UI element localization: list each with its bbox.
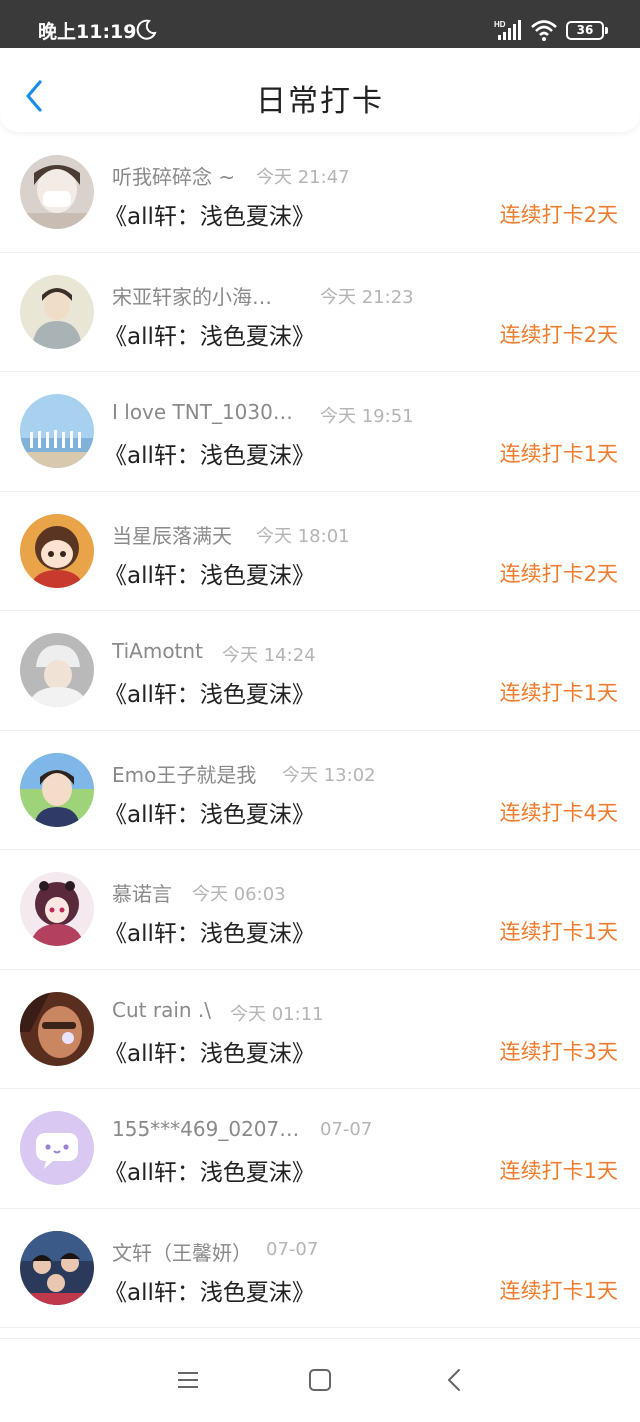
- list-item[interactable]: 慕诺言 今天 06:03 《all轩：浅色夏沫》 连续打卡1天: [0, 850, 640, 970]
- list-item[interactable]: Emo王子就是我 今天 13:02 《all轩：浅色夏沫》 连续打卡4天: [0, 731, 640, 850]
- avatar[interactable]: [20, 752, 94, 827]
- checkin-list: 听我碎碎念 ~ 今天 21:47 《all轩：浅色夏沫》 连续打卡2天 宋亚轩家…: [0, 133, 640, 1328]
- moon-icon: [136, 19, 157, 40]
- header: 日常打卡: [0, 48, 640, 132]
- book-title[interactable]: 《all轩：浅色夏沫》: [104, 317, 315, 351]
- book-title[interactable]: 《all轩：浅色夏沫》: [104, 795, 315, 829]
- page-title: 日常打卡: [256, 84, 384, 119]
- username[interactable]: 当星辰落满天: [112, 520, 232, 549]
- streak-label: 连续打卡1天: [499, 442, 618, 466]
- checkin-time: 今天 01:11: [230, 1003, 324, 1025]
- checkin-time: 今天 19:51: [320, 406, 414, 427]
- checkin-time: 今天 13:02: [282, 764, 376, 786]
- status-bar: 晚上11:19 HD 36: [0, 0, 640, 48]
- streak-label: 连续打卡1天: [499, 920, 618, 944]
- streak-label: 连续打卡4天: [499, 800, 618, 825]
- list-item[interactable]: I love TNT_1030… 今天 19:51 《all轩：浅色夏沫》 连续…: [0, 372, 640, 492]
- streak-label: 连续打卡3天: [499, 1039, 618, 1064]
- home-square-icon[interactable]: [309, 1369, 331, 1391]
- checkin-time: 今天 14:24: [222, 645, 316, 666]
- checkin-time: 今天 21:47: [256, 167, 350, 188]
- battery-icon: 36: [566, 21, 608, 40]
- book-title[interactable]: 《all轩：浅色夏沫》: [104, 914, 315, 948]
- username[interactable]: TiAmotnt: [112, 639, 203, 663]
- avatar[interactable]: [20, 991, 94, 1066]
- avatar[interactable]: [20, 394, 94, 468]
- menu-icon[interactable]: [176, 1369, 200, 1391]
- checkin-time: 07-07: [320, 1119, 373, 1140]
- back-triangle-icon[interactable]: [446, 1367, 462, 1393]
- book-title[interactable]: 《all轩：浅色夏沫》: [104, 1273, 315, 1307]
- svg-text:HD: HD: [494, 20, 506, 29]
- list-item[interactable]: 宋亚轩家的小海… 今天 21:23 《all轩：浅色夏沫》 连续打卡2天: [0, 253, 640, 372]
- username[interactable]: Emo王子就是我: [112, 759, 256, 788]
- username[interactable]: I love TNT_1030…: [112, 400, 293, 424]
- streak-label: 连续打卡2天: [499, 561, 618, 586]
- list-item[interactable]: 文轩（王馨妍） 07-07 《all轩：浅色夏沫》 连续打卡1天: [0, 1209, 640, 1328]
- checkin-time: 07-07: [266, 1238, 319, 1260]
- username[interactable]: 慕诺言: [112, 878, 172, 907]
- battery-level: 36: [566, 21, 604, 40]
- book-title[interactable]: 《all轩：浅色夏沫》: [104, 556, 315, 590]
- list-item[interactable]: Cut rain .\ 今天 01:11 《all轩：浅色夏沫》 连续打卡3天: [0, 970, 640, 1089]
- list-item[interactable]: 155***469_0207… 07-07 《all轩：浅色夏沫》 连续打卡1天: [0, 1089, 640, 1209]
- avatar[interactable]: [20, 513, 94, 588]
- status-time: 晚上11:19: [38, 21, 137, 43]
- username[interactable]: 听我碎碎念 ~: [112, 161, 235, 190]
- list-item[interactable]: 当星辰落满天 今天 18:01 《all轩：浅色夏沫》 连续打卡2天: [0, 492, 640, 611]
- list-item[interactable]: TiAmotnt 今天 14:24 《all轩：浅色夏沫》 连续打卡1天: [0, 611, 640, 731]
- book-title[interactable]: 《all轩：浅色夏沫》: [104, 436, 315, 470]
- checkin-time: 今天 18:01: [256, 525, 350, 547]
- avatar[interactable]: [20, 155, 94, 229]
- avatar[interactable]: [20, 633, 94, 707]
- avatar[interactable]: [20, 1111, 94, 1185]
- streak-label: 连续打卡1天: [499, 681, 618, 705]
- book-title[interactable]: 《all轩：浅色夏沫》: [104, 675, 315, 709]
- streak-label: 连续打卡2天: [499, 203, 618, 227]
- wifi-icon: [531, 20, 557, 41]
- streak-label: 连续打卡1天: [499, 1159, 618, 1183]
- hd-signal-icon: HD: [494, 20, 521, 40]
- avatar[interactable]: [20, 872, 94, 946]
- username[interactable]: Cut rain .\: [112, 998, 211, 1022]
- checkin-time: 今天 21:23: [320, 286, 414, 308]
- book-title[interactable]: 《all轩：浅色夏沫》: [104, 197, 315, 231]
- username[interactable]: 宋亚轩家的小海…: [112, 281, 272, 310]
- username[interactable]: 155***469_0207…: [112, 1117, 299, 1141]
- username[interactable]: 文轩（王馨妍）: [112, 1237, 252, 1266]
- system-nav-bar: [0, 1338, 640, 1422]
- avatar[interactable]: [20, 274, 94, 349]
- streak-label: 连续打卡2天: [499, 322, 618, 347]
- avatar[interactable]: [20, 1230, 94, 1305]
- checkin-time: 今天 06:03: [192, 884, 286, 905]
- streak-label: 连续打卡1天: [499, 1278, 618, 1303]
- battery-tip: [605, 27, 608, 34]
- list-item[interactable]: 听我碎碎念 ~ 今天 21:47 《all轩：浅色夏沫》 连续打卡2天: [0, 133, 640, 253]
- book-title[interactable]: 《all轩：浅色夏沫》: [104, 1034, 315, 1068]
- book-title[interactable]: 《all轩：浅色夏沫》: [104, 1153, 315, 1187]
